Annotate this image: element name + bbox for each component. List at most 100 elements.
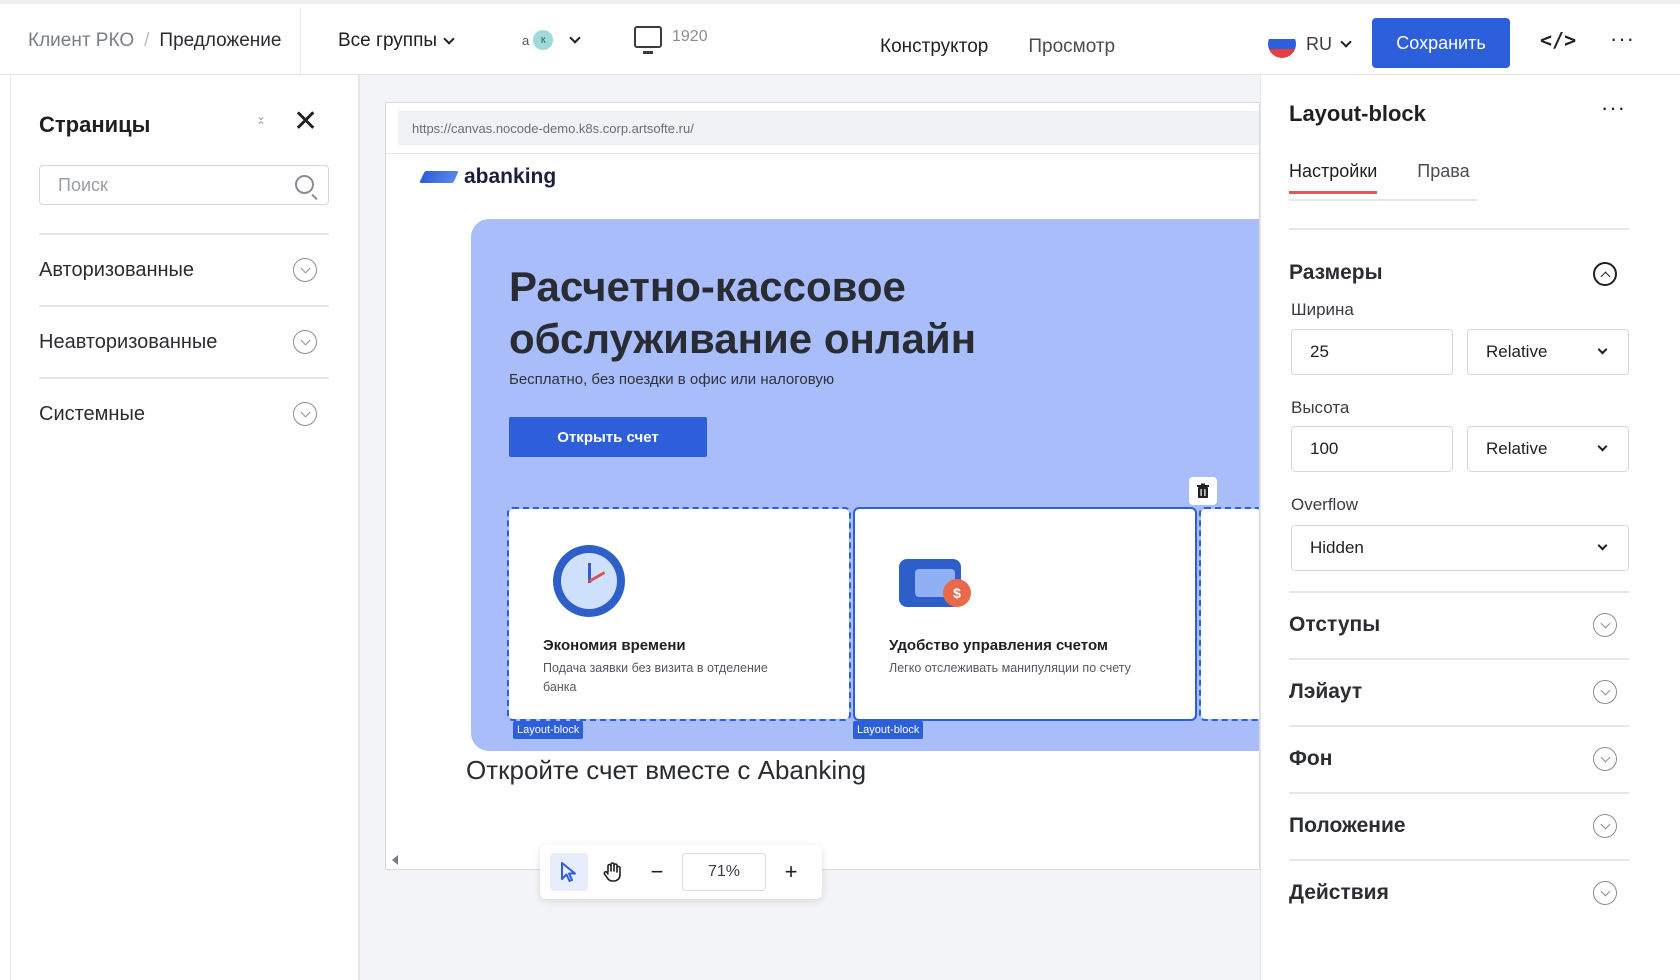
pages-list: Авторизованные Неавторизованные Системны… xyxy=(39,233,329,449)
tab-settings[interactable]: Настройки xyxy=(1289,161,1378,194)
height-input[interactable]: 100 xyxy=(1291,426,1453,472)
chevron-down-circle-icon[interactable] xyxy=(1593,613,1617,637)
width-unit-select[interactable]: Relative xyxy=(1467,329,1629,375)
top-bar: Клиент РКО / Предложение Все группы а к … xyxy=(0,0,1680,79)
pan-tool-button[interactable] xyxy=(594,853,632,891)
divider xyxy=(386,153,1259,154)
chevron-down-icon xyxy=(1597,344,1608,355)
chevron-down-icon xyxy=(1597,441,1608,452)
section-sizes-title[interactable]: Размеры xyxy=(1289,261,1383,285)
chevron-down-icon xyxy=(1597,540,1608,551)
hand-icon xyxy=(603,862,621,882)
open-account-button[interactable]: Открыть счет xyxy=(509,417,707,457)
code-icon[interactable]: </> xyxy=(1540,28,1576,52)
section-layout[interactable]: Лэйаут xyxy=(1289,680,1362,704)
search-placeholder: Поиск xyxy=(58,174,108,195)
chevron-down-circle-icon[interactable] xyxy=(1593,814,1617,838)
chevron-down-icon xyxy=(1340,35,1352,48)
content-language-dropdown[interactable]: а к xyxy=(522,30,581,50)
pages-search-input[interactable]: Поиск xyxy=(39,165,329,205)
select-value: Hidden xyxy=(1310,538,1364,557)
hero-block[interactable]: Расчетно-кассовое обслуживание онлайн Бе… xyxy=(471,219,1259,751)
page-group-unauthorized[interactable]: Неавторизованные xyxy=(39,305,329,377)
card-title: Удобство управления счетом xyxy=(889,637,1109,654)
section-actions[interactable]: Действия xyxy=(1289,881,1389,905)
zoom-out-button[interactable]: − xyxy=(638,853,676,891)
canvas-toolbar: − 71% + xyxy=(540,845,822,899)
collapse-all-icon[interactable]: ⌄ ⌃ xyxy=(253,110,269,139)
scroll-left-icon[interactable] xyxy=(392,855,398,865)
chevron-down-circle-icon[interactable] xyxy=(1593,881,1617,905)
chevron-down-icon xyxy=(443,32,455,45)
section-heading[interactable]: Откройте счет вместе с Abanking xyxy=(466,755,866,786)
breadcrumb-separator: / xyxy=(144,30,150,51)
close-icon[interactable]: ✕ xyxy=(293,107,318,137)
page-group-system[interactable]: Системные xyxy=(39,377,329,449)
page-group-authorized[interactable]: Авторизованные xyxy=(39,233,329,305)
tab-constructor[interactable]: Конструктор xyxy=(880,4,989,79)
logo-mark-icon xyxy=(419,171,459,183)
chevron-up-circle-icon[interactable] xyxy=(1593,262,1617,286)
card-description: Легко отслеживать манипуляции по счету xyxy=(889,661,1131,675)
section-background[interactable]: Фон xyxy=(1289,747,1332,771)
locale-dropdown[interactable]: RU xyxy=(1268,30,1352,58)
locale-label: RU xyxy=(1306,33,1332,54)
width-label: Ширина xyxy=(1291,300,1354,319)
tab-preview[interactable]: Просмотр xyxy=(1028,4,1115,79)
chevron-down-circle-icon[interactable] xyxy=(1593,680,1617,704)
properties-tabs: Настройки Права xyxy=(1289,161,1470,194)
chevron-down-circle-icon[interactable] xyxy=(1593,747,1617,771)
device-selector[interactable]: 1920 xyxy=(634,26,708,54)
frame-url-bar: https://canvas.nocode-demo.k8s.corp.arts… xyxy=(398,111,1259,145)
overflow-select[interactable]: Hidden xyxy=(1291,525,1629,571)
delete-block-button[interactable] xyxy=(1189,477,1217,505)
section-position[interactable]: Положение xyxy=(1289,814,1406,838)
divider xyxy=(1289,591,1629,593)
wallet-coin-badge: $ xyxy=(943,579,971,607)
preview-frame[interactable]: https://canvas.nocode-demo.k8s.corp.arts… xyxy=(385,102,1260,870)
chevron-down-circle-icon xyxy=(293,258,317,282)
breadcrumb-root[interactable]: Клиент РКО xyxy=(28,30,134,52)
properties-panel: Layout-block ··· Настройки Права Размеры… xyxy=(1260,75,1680,980)
pages-panel: Страницы ⌄ ⌃ ✕ Поиск Авторизованные Неавт… xyxy=(10,75,360,980)
select-value: Relative xyxy=(1486,342,1548,361)
pages-panel-title: Страницы xyxy=(39,112,151,137)
zoom-in-button[interactable]: + xyxy=(772,853,810,891)
layout-block-tag[interactable]: Layout-block xyxy=(513,721,584,739)
properties-title: Layout-block xyxy=(1289,101,1426,126)
tab-permissions[interactable]: Права xyxy=(1417,161,1469,194)
chevron-down-circle-icon xyxy=(293,402,317,426)
more-menu-icon[interactable]: ··· xyxy=(1610,26,1635,52)
more-menu-icon[interactable]: ··· xyxy=(1601,95,1626,121)
divider xyxy=(1289,658,1629,660)
hero-subtitle[interactable]: Бесплатно, без поездки в офис или налого… xyxy=(509,371,834,388)
divider xyxy=(1289,792,1629,794)
divider xyxy=(300,8,301,78)
divider xyxy=(1289,859,1629,861)
layout-block-tag[interactable]: Layout-block xyxy=(853,721,924,739)
monitor-icon xyxy=(634,26,662,54)
overflow-label: Overflow xyxy=(1291,495,1359,514)
section-paddings[interactable]: Отступы xyxy=(1289,613,1380,637)
chevron-down-icon xyxy=(569,31,581,44)
mode-tabs: Конструктор Просмотр xyxy=(880,4,1115,79)
page-group-label: Авторизованные xyxy=(39,258,195,281)
groups-dropdown[interactable]: Все группы xyxy=(338,30,455,52)
save-button[interactable]: Сохранить xyxy=(1372,18,1510,68)
divider xyxy=(1289,228,1629,230)
layout-block-card[interactable]: Экономия времени Подача заявки без визит… xyxy=(507,507,851,721)
layout-block-card-partial[interactable] xyxy=(1199,507,1259,721)
zoom-level[interactable]: 71% xyxy=(682,853,766,891)
select-tool-button[interactable] xyxy=(550,853,588,891)
card-description: Подача заявки без визита в отделение бан… xyxy=(543,661,768,694)
width-input[interactable]: 25 xyxy=(1291,329,1453,375)
hero-title[interactable]: Расчетно-кассовое обслуживание онлайн xyxy=(509,261,1069,365)
breadcrumb-current: Предложение xyxy=(159,30,282,51)
layout-block-card-selected[interactable]: $ Удобство управления счетом Легко отсле… xyxy=(853,507,1197,721)
height-unit-select[interactable]: Relative xyxy=(1467,426,1629,472)
canvas-area: https://canvas.nocode-demo.k8s.corp.arts… xyxy=(360,75,1260,980)
russian-flag-icon xyxy=(1268,30,1296,58)
lang-prefix: а xyxy=(522,32,530,48)
card-title: Экономия времени xyxy=(543,637,686,654)
breadcrumb: Клиент РКО / Предложение xyxy=(28,30,281,52)
